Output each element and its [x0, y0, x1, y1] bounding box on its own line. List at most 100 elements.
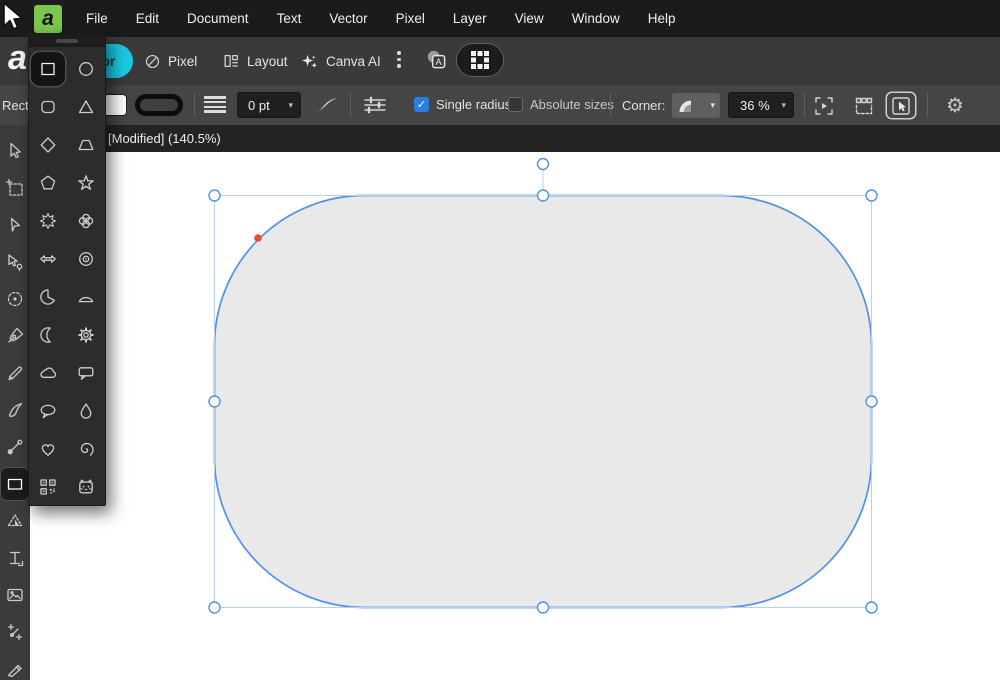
chevron-down-icon: ▾	[710, 100, 715, 110]
document-title: [Modified] (140.5%)	[108, 131, 221, 146]
corner-type-dropdown[interactable]: ▾	[672, 93, 720, 118]
rounded-rectangle-shape[interactable]	[213, 194, 873, 609]
pencil-tool[interactable]	[1, 354, 29, 391]
shape-tool-cloud-blob[interactable]	[31, 356, 65, 390]
transform-origin-button[interactable]	[810, 93, 838, 118]
shape-tool-rectangle[interactable]	[31, 52, 65, 86]
app-window: a File Edit Document Text Vector Pixel L…	[0, 0, 1000, 680]
stroke-width-select[interactable]: 0 pt ▾	[237, 92, 301, 118]
artboard-tool[interactable]	[1, 169, 29, 206]
rotation-handle[interactable]	[536, 157, 550, 171]
shape-tool-heart[interactable]	[31, 432, 65, 466]
handle-bottom-left[interactable]	[208, 601, 221, 614]
toolbar-right-icons: A	[424, 43, 504, 77]
ellipse-icon	[79, 62, 93, 76]
move-tool[interactable]	[1, 132, 29, 169]
stroke-color-swatch[interactable]	[135, 94, 183, 116]
handle-top-right[interactable]	[865, 189, 878, 202]
menu-file[interactable]: File	[72, 2, 122, 35]
contour-tool[interactable]	[1, 243, 29, 280]
shape-tool-double-star[interactable]	[31, 204, 65, 238]
knife-tool[interactable]	[1, 650, 29, 680]
shape-tool-pie[interactable]	[31, 280, 65, 314]
menu-pixel[interactable]: Pixel	[382, 2, 439, 35]
persona-layout-label: Layout	[247, 53, 288, 69]
shape-tool-callout-ellipse[interactable]	[31, 394, 65, 428]
frame-text-tool[interactable]	[1, 539, 29, 576]
shape-tool-callout-rectangle[interactable]	[69, 356, 103, 390]
shape-tool-crescent[interactable]	[31, 318, 65, 352]
menu-help[interactable]: Help	[634, 2, 690, 35]
shape-tool-segment[interactable]	[69, 280, 103, 314]
shape-tool-ellipse[interactable]	[69, 52, 103, 86]
shape-tool-cat[interactable]	[69, 470, 103, 504]
menu-document[interactable]: Document	[173, 2, 263, 35]
handle-top-center[interactable]	[536, 189, 550, 202]
toolbar-overflow-icon[interactable]	[397, 51, 401, 68]
corner-radius-select[interactable]: 36 % ▾	[728, 92, 794, 118]
place-image-tool[interactable]	[1, 576, 29, 613]
handle-mid-left[interactable]	[208, 395, 221, 408]
handle-bottom-center[interactable]	[536, 601, 550, 614]
point-transform-tool[interactable]	[1, 613, 29, 650]
handle-bottom-right[interactable]	[865, 601, 878, 614]
handle-mid-right[interactable]	[865, 395, 878, 408]
menu-layer[interactable]: Layer	[439, 2, 501, 35]
stroke-style-icon[interactable]	[204, 96, 226, 113]
pressure-curve-icon[interactable]	[312, 94, 340, 121]
persona-layout-button[interactable]: Layout	[218, 44, 292, 78]
node-tool[interactable]	[1, 206, 29, 243]
shape-builder-tool[interactable]	[1, 502, 29, 539]
stroke-panel-icon[interactable]	[362, 95, 388, 120]
divider	[194, 93, 195, 117]
glyph-style-icon[interactable]: A	[424, 47, 450, 73]
fill-gradient-tool[interactable]	[1, 428, 29, 465]
menu-view[interactable]: View	[501, 2, 558, 35]
handle-top-left[interactable]	[208, 189, 221, 202]
cloud-icon	[78, 213, 94, 229]
single-radius-checkbox[interactable]: ✓ Single radius	[414, 97, 511, 112]
box-select-button[interactable]	[850, 93, 878, 118]
shape-tool-star[interactable]	[69, 166, 103, 200]
menu-window[interactable]: Window	[558, 2, 634, 35]
tear-icon	[80, 403, 92, 419]
shape-tool-polygon[interactable]	[31, 166, 65, 200]
menu-text[interactable]: Text	[263, 2, 316, 35]
shape-tool-triangle[interactable]	[69, 90, 103, 124]
sparkles-icon	[301, 54, 318, 68]
canvas[interactable]	[30, 152, 1000, 680]
shape-tool-qr-code[interactable]	[31, 470, 65, 504]
vector-brush-tool[interactable]	[1, 391, 29, 428]
frame-text-icon	[9, 551, 24, 566]
diamond-icon	[40, 137, 56, 153]
menu-vector[interactable]: Vector	[315, 2, 381, 35]
pen-tool-icon	[8, 327, 24, 343]
shape-tool-arrow[interactable]	[31, 242, 65, 276]
shape-tool-diamond[interactable]	[31, 128, 65, 162]
rounded-corner-icon	[679, 100, 691, 112]
absolute-sizes-checkbox[interactable]: Absolute sizes	[508, 97, 614, 112]
shape-tool-tear[interactable]	[69, 394, 103, 428]
shape-tool-spiral[interactable]	[69, 432, 103, 466]
flyout-header[interactable]	[29, 34, 105, 47]
flood-select-tool[interactable]	[1, 280, 29, 317]
corner-radius-handle[interactable]	[254, 234, 262, 242]
shape-tool-rounded-rectangle[interactable]	[31, 90, 65, 124]
edit-all-layers-button[interactable]	[887, 93, 915, 118]
persona-pixel-button[interactable]: Pixel	[140, 44, 201, 78]
pen-tool[interactable]	[1, 317, 29, 354]
shape-tool-trapezoid[interactable]	[69, 128, 103, 162]
studio-grid-button[interactable]	[456, 43, 504, 77]
rectangle-tool[interactable]	[1, 467, 29, 500]
persona-canva-ai-button[interactable]: Canva AI	[296, 44, 385, 78]
flood-select-icon	[7, 291, 23, 306]
shape-tool-donut[interactable]	[69, 242, 103, 276]
document-title-bar[interactable]: [Modified] (140.5%)	[30, 125, 1000, 152]
absolute-sizes-label: Absolute sizes	[530, 97, 614, 112]
tool-rail	[0, 125, 30, 680]
shape-tool-cog[interactable]	[69, 318, 103, 352]
shape-tool-cloud[interactable]	[69, 204, 103, 238]
settings-gear-icon[interactable]: ⚙	[941, 92, 969, 118]
transform-origin-icon	[815, 96, 833, 115]
menu-edit[interactable]: Edit	[122, 2, 173, 35]
